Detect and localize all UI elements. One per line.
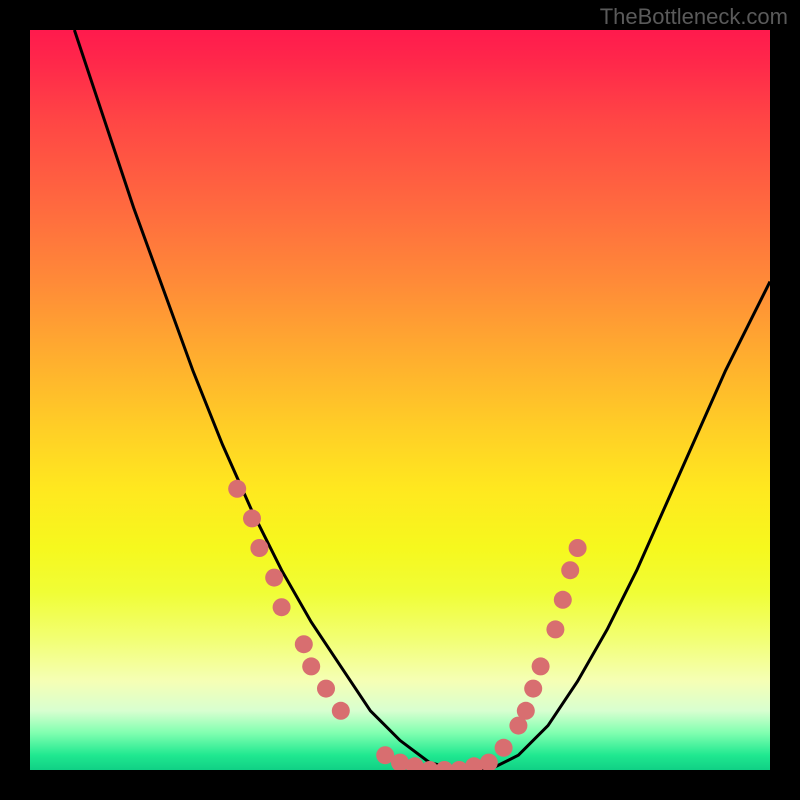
marker-point [532, 657, 550, 675]
bottleneck-curve [74, 30, 770, 770]
plot-area [30, 30, 770, 770]
marker-point [228, 480, 246, 498]
marker-point [302, 657, 320, 675]
marker-point [546, 620, 564, 638]
marker-point [554, 591, 572, 609]
marker-point [569, 539, 587, 557]
marker-point [273, 598, 291, 616]
marker-point [495, 739, 513, 757]
marker-point [243, 509, 261, 527]
marker-point [480, 754, 498, 770]
marker-point [517, 702, 535, 720]
marker-point [250, 539, 268, 557]
marker-point [561, 561, 579, 579]
watermark-text: TheBottleneck.com [600, 4, 788, 30]
marker-point [295, 635, 313, 653]
chart-svg [30, 30, 770, 770]
marker-point [317, 680, 335, 698]
curve-markers [228, 480, 586, 770]
marker-point [332, 702, 350, 720]
chart-container: TheBottleneck.com [0, 0, 800, 800]
marker-point [524, 680, 542, 698]
marker-point [265, 569, 283, 587]
